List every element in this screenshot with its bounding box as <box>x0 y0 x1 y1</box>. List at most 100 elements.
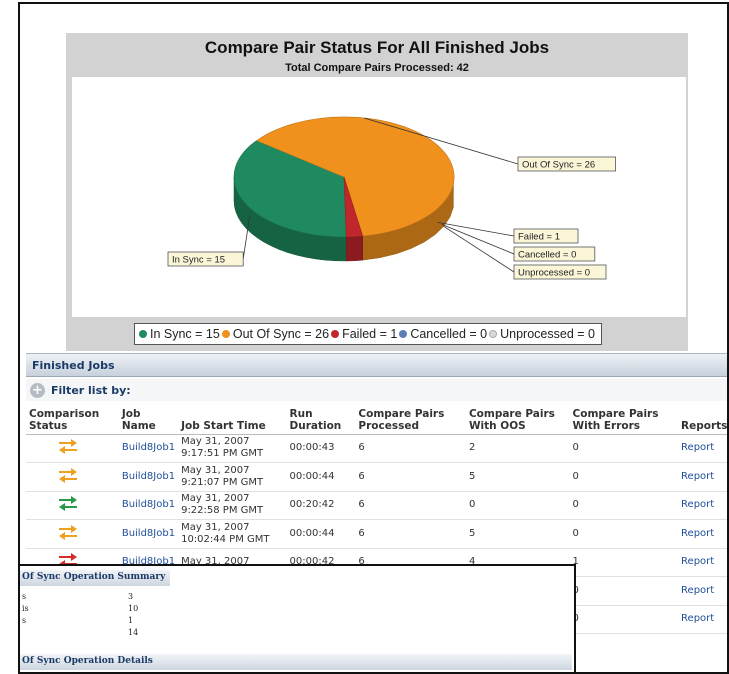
start-time: 10:02:44 PM GMT <box>181 533 270 545</box>
pairs-with-errors: 1 <box>569 548 679 577</box>
sync-status-icon <box>59 496 77 512</box>
legend-item: Out Of Sync = 26 <box>221 327 329 341</box>
run-duration: 00:20:42 <box>286 491 356 520</box>
start-date: May 31, 2007 <box>181 464 250 476</box>
report-link[interactable]: Report <box>678 491 727 520</box>
compare-pair-status-chart: Compare Pair Status For All Finished Job… <box>66 33 688 351</box>
start-date: May 31, 2007 <box>181 521 250 533</box>
report-link[interactable]: Report <box>678 605 727 634</box>
column-header[interactable]: Compare Pairs With OOS <box>465 401 570 435</box>
add-filter-icon[interactable]: + <box>30 382 45 398</box>
run-duration: 00:00:44 <box>286 462 356 492</box>
start-date: May 31, 2007 <box>181 436 250 448</box>
start-time: 9:21:07 PM GMT <box>181 476 264 488</box>
run-duration: 00:00:43 <box>286 434 356 463</box>
table-row[interactable]: Build8Job1 May 31, 2007 9:22:58 PM GMT 00:2… <box>26 491 727 520</box>
table-header-row: Comparison Status Job Name Job Start Tim… <box>26 401 727 435</box>
sync-status-icon <box>59 467 77 483</box>
pairs-with-errors: 0 <box>569 519 679 549</box>
column-header[interactable]: Reports <box>678 401 727 435</box>
pairs-with-errors: 0 <box>569 434 679 463</box>
legend-swatch <box>139 330 147 338</box>
callout-leader-line <box>437 222 515 237</box>
job-start-time: May 31, 2007 9:17:51 PM GMT <box>178 434 287 463</box>
pairs-with-oos: 5 <box>465 462 570 492</box>
summary-label: is <box>22 604 29 613</box>
column-header[interactable]: Job Name <box>118 401 179 435</box>
pie-chart: In Sync = 15 Out Of Sync = 26 Failed = 1 Ca… <box>167 116 616 280</box>
report-link[interactable]: Report <box>678 548 727 577</box>
table-row[interactable]: Build8Job1 May 31, 2007 9:21:07 PM GMT 00:0… <box>26 462 727 492</box>
slice-label: Cancelled = 0 <box>518 250 576 261</box>
pairs-with-errors: 0 <box>569 462 679 492</box>
pie-slice-side <box>346 235 363 262</box>
details-header: Of Sync Operation Details <box>20 654 572 670</box>
column-header[interactable]: Compare Pairs With Errors <box>569 401 679 435</box>
column-header[interactable]: Comparison Status <box>26 401 119 435</box>
pairs-with-errors: 0 <box>569 605 679 634</box>
legend-swatch <box>331 330 340 338</box>
summary-value: 3 <box>128 592 134 601</box>
job-name-link[interactable]: Build8Job1 <box>118 491 179 520</box>
sync-status-icon <box>59 439 77 455</box>
legend-label: Failed = 1 <box>342 327 398 341</box>
start-time: 9:17:51 PM GMT <box>181 448 264 460</box>
filter-bar[interactable]: + Filter list by: <box>26 379 727 401</box>
status-cell <box>26 491 119 520</box>
pairs-with-errors: 0 <box>569 576 679 606</box>
report-link[interactable]: Report <box>678 519 727 549</box>
pairs-processed: 6 <box>355 434 466 463</box>
legend-item: Failed = 1 <box>331 327 397 341</box>
job-name-link[interactable]: Build8Job1 <box>118 519 179 549</box>
start-date: May 31, 2007 <box>181 493 250 505</box>
job-name-link[interactable]: Build8Job1 <box>118 434 179 463</box>
report-link[interactable]: Report <box>678 462 727 492</box>
pairs-processed: 6 <box>355 462 466 492</box>
report-link[interactable]: Report <box>678 434 727 463</box>
status-cell <box>26 434 119 463</box>
status-cell <box>26 519 119 549</box>
column-header[interactable]: Job Start Time <box>178 401 287 435</box>
pairs-with-oos: 5 <box>465 519 570 549</box>
callout-leader-line <box>441 224 515 255</box>
report-link[interactable]: Report <box>678 576 727 606</box>
run-duration: 00:00:44 <box>286 519 356 549</box>
summary-label: s <box>22 592 27 601</box>
callout-leader-line <box>443 226 515 273</box>
legend-item: In Sync = 15 <box>139 327 220 341</box>
table-row[interactable]: Build8Job1 May 31, 2007 9:17:51 PM GMT 00:0… <box>26 434 727 463</box>
chart-title: Compare Pair Status For All Finished Job… <box>204 38 550 57</box>
finished-jobs-header: Finished Jobs <box>26 353 727 377</box>
pairs-with-oos: 0 <box>465 491 570 520</box>
column-header[interactable]: Run Duration <box>286 401 356 435</box>
sync-status-icon <box>59 524 77 540</box>
summary-header: Of Sync Operation Summary <box>20 570 170 586</box>
pairs-processed: 6 <box>355 491 466 520</box>
filter-label[interactable]: Filter list by: <box>51 384 131 397</box>
summary-value: 1 <box>128 616 134 625</box>
start-time: 9:22:58 PM GMT <box>181 505 264 517</box>
slice-label: Failed = 1 <box>518 232 560 243</box>
legend-swatch <box>221 330 230 338</box>
legend-label: Unprocessed = 0 <box>500 327 595 341</box>
legend-item: Cancelled = 0 <box>399 327 487 341</box>
column-header[interactable]: Compare Pairs Processed <box>355 401 466 435</box>
status-cell <box>26 462 119 492</box>
slice-label: Out Of Sync = 26 <box>522 160 595 171</box>
slice-label: In Sync = 15 <box>172 255 225 266</box>
slice-label: Unprocessed = 0 <box>518 268 590 279</box>
table-row[interactable]: Build8Job1 May 31, 2007 10:02:44 PM GMT 00:… <box>26 519 727 549</box>
chart-subtitle: Total Compare Pairs Processed: 42 <box>285 62 469 74</box>
legend-label: Cancelled = 0 <box>410 327 488 341</box>
summary-value: 10 <box>128 604 139 613</box>
pairs-with-errors: 0 <box>569 491 679 520</box>
chart-plot-area: In Sync = 15 Out Of Sync = 26 Failed = 1 Ca… <box>72 77 686 317</box>
sync-operation-summary-panel: Of Sync Operation Summary s 3 is 10 s 1 … <box>20 564 576 672</box>
legend-label: In Sync = 15 <box>150 327 220 341</box>
pairs-with-oos: 2 <box>465 434 570 463</box>
pairs-processed: 6 <box>355 519 466 549</box>
legend-swatch <box>489 330 498 338</box>
summary-value: 14 <box>128 628 139 637</box>
chart-legend: In Sync = 15 Out Of Sync = 26 Failed = 1 Ca… <box>134 323 602 345</box>
job-name-link[interactable]: Build8Job1 <box>118 462 179 492</box>
